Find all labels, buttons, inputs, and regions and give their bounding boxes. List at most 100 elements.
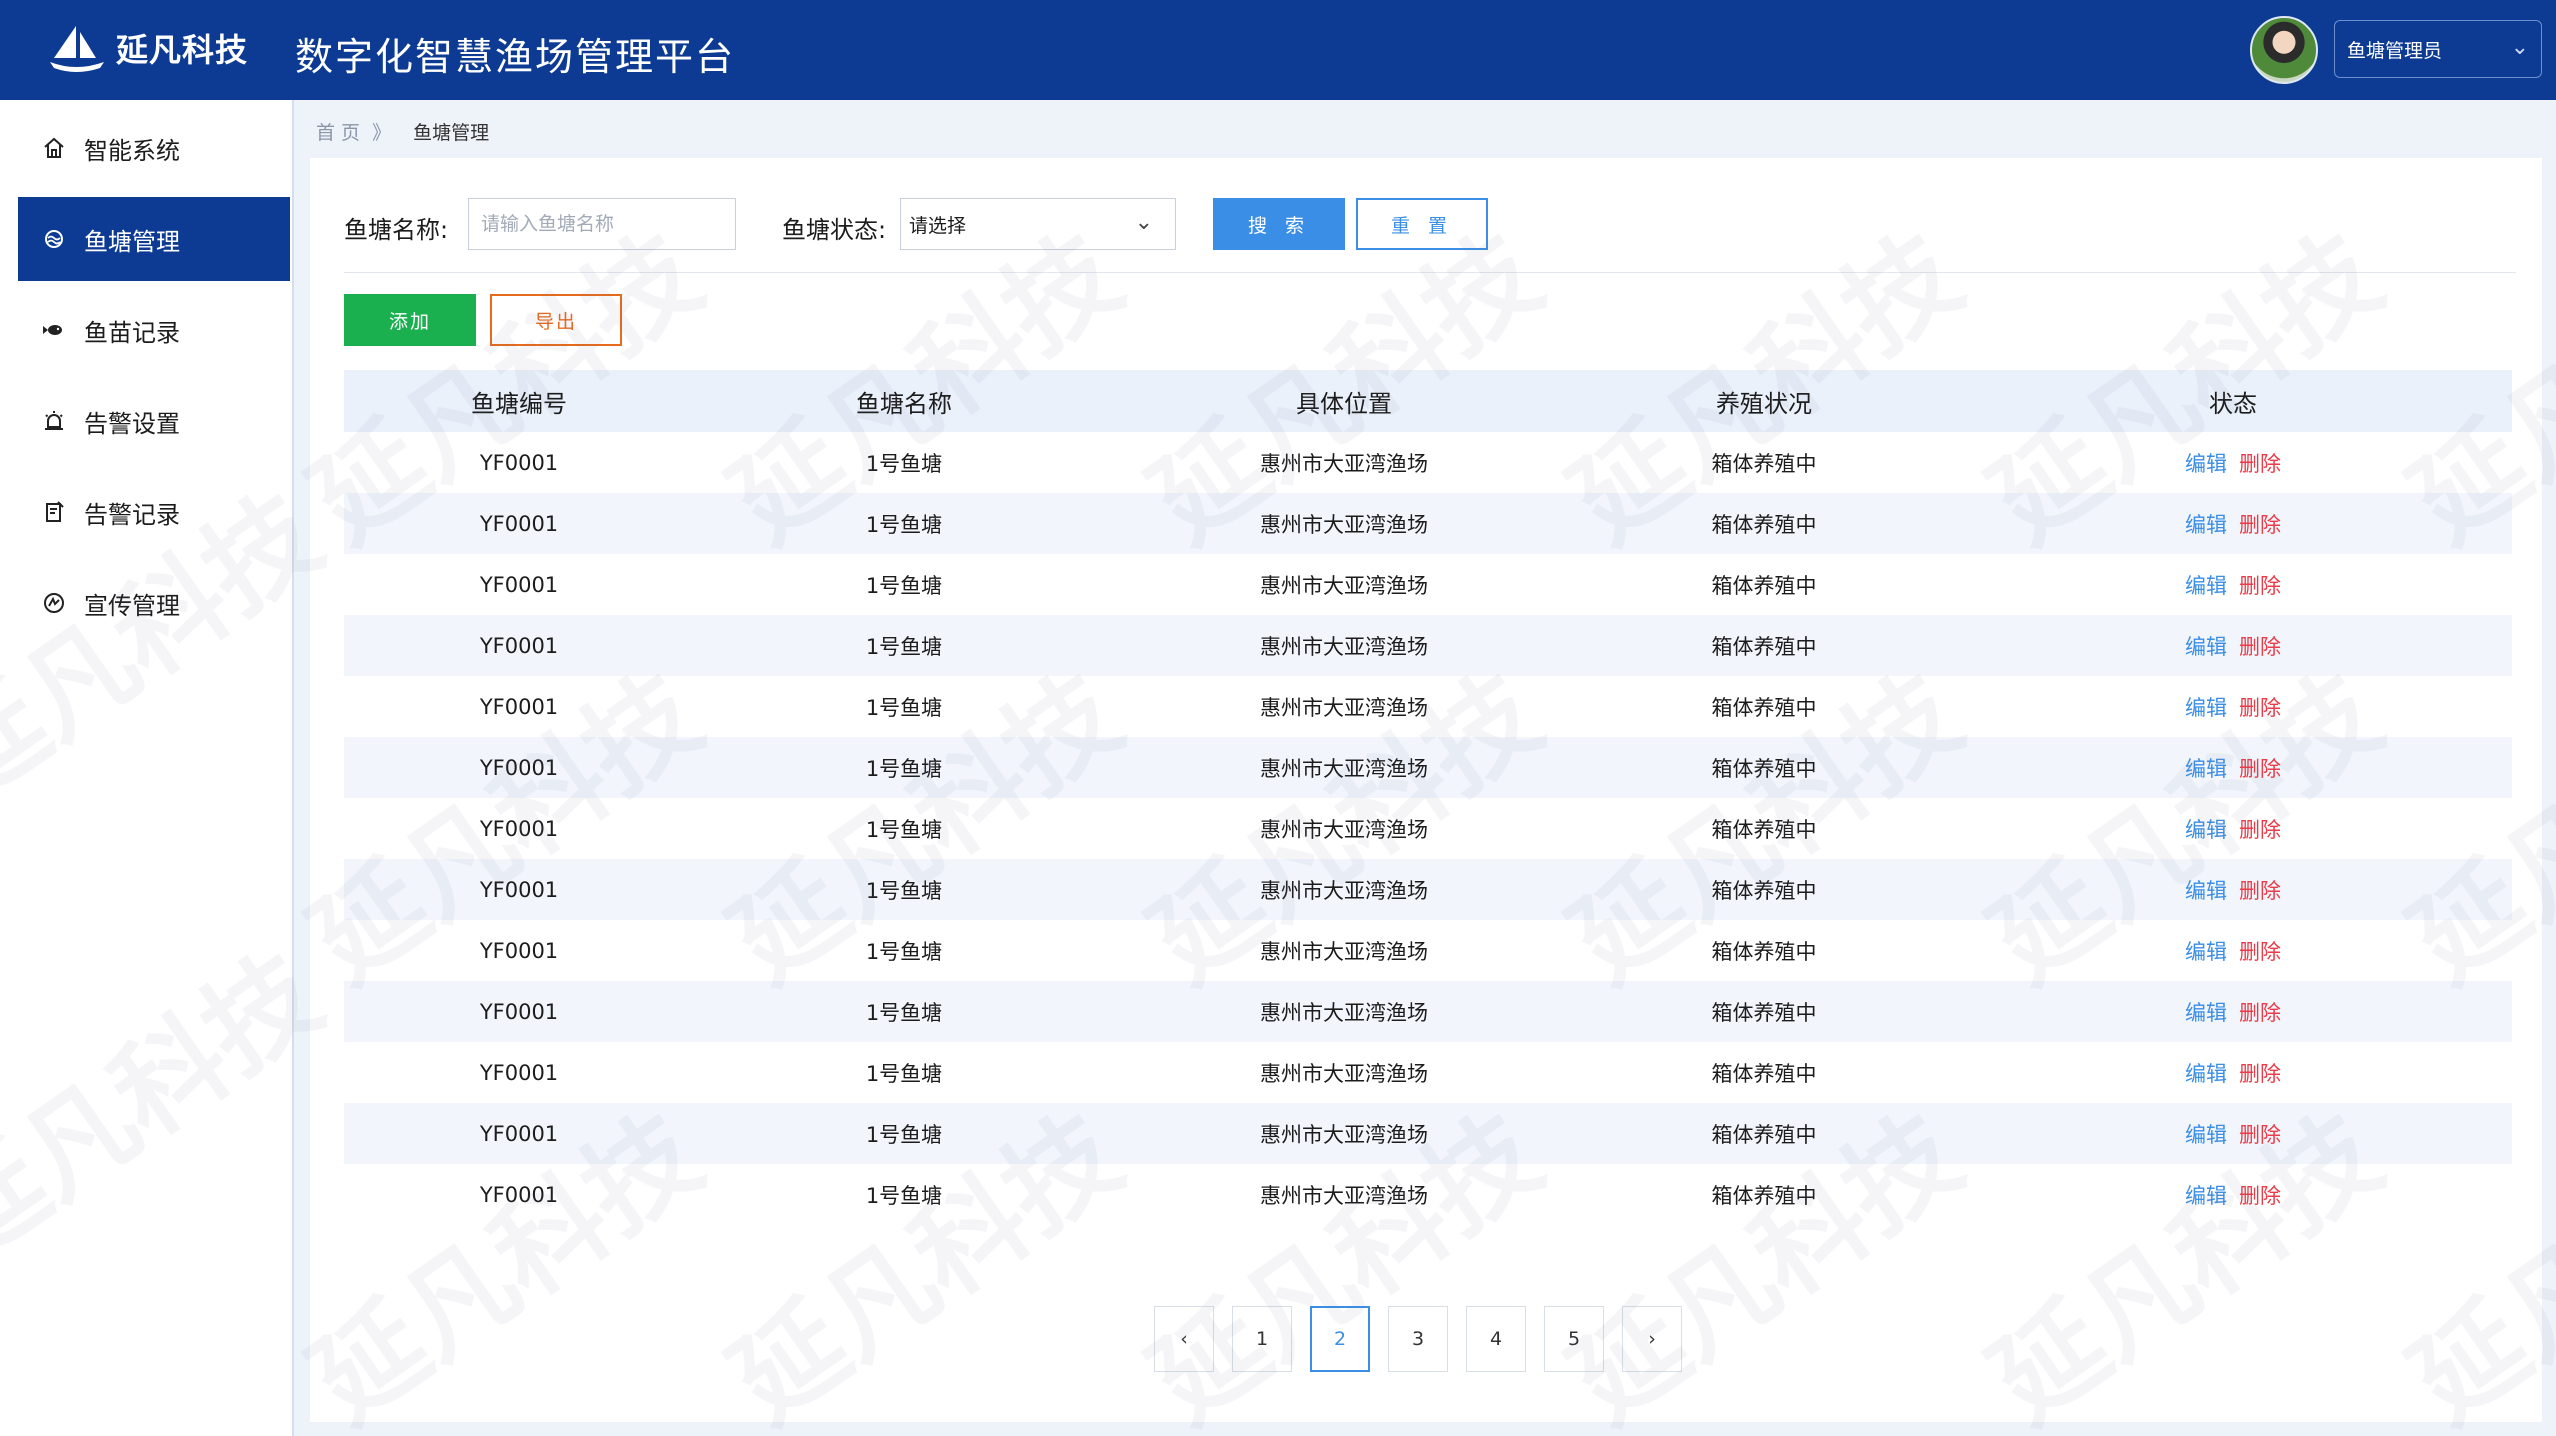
edit-link[interactable]: 编辑 [2185, 875, 2227, 905]
user-role-select[interactable]: 鱼塘管理员 ⌄ [2334, 20, 2542, 78]
delete-link[interactable]: 删除 [2239, 1180, 2281, 1210]
cell-pond-name: 1号鱼塘 [865, 939, 943, 964]
logo-text: 延凡科技 [116, 31, 249, 69]
column-header-location: 具体位置 [1296, 389, 1392, 418]
cell-pond-id: YF0001 [479, 450, 559, 475]
pond-status-label: 鱼塘状态: [782, 216, 887, 244]
edit-link[interactable]: 编辑 [2185, 1058, 2227, 1088]
column-header-id: 鱼塘编号 [471, 389, 567, 418]
breadcrumb-home[interactable]: 首 页 [316, 122, 360, 144]
delete-link[interactable]: 删除 [2239, 1119, 2281, 1149]
delete-link[interactable]: 删除 [2239, 692, 2281, 722]
edit-link[interactable]: 编辑 [2185, 509, 2227, 539]
delete-link[interactable]: 删除 [2239, 997, 2281, 1027]
table-header: 鱼塘编号 鱼塘名称 具体位置 养殖状况 状态 [344, 370, 2512, 432]
delete-link[interactable]: 删除 [2239, 753, 2281, 783]
add-button[interactable]: 添加 [344, 294, 476, 346]
table-body: YF0001 1号鱼塘 惠州市大亚湾渔场 箱体养殖中 编辑 删除 YF0001 1号鱼塘 惠州市… [344, 432, 2512, 1225]
edit-link[interactable]: 编辑 [2185, 936, 2227, 966]
sidebar-item-alarm-records[interactable]: 告警记录 [18, 470, 290, 554]
edit-link[interactable]: 编辑 [2185, 753, 2227, 783]
cell-pond-id: YF0001 [479, 1182, 559, 1207]
cell-pond-name: 1号鱼塘 [865, 512, 943, 537]
export-button[interactable]: 导出 [490, 294, 622, 346]
sidebar-item-label: 鱼塘管理 [84, 227, 180, 256]
cell-pond-name: 1号鱼塘 [865, 817, 943, 842]
sidebar-item-promotion[interactable]: 宣传管理 [18, 561, 290, 645]
cell-pond-name: 1号鱼塘 [865, 573, 943, 598]
table-row: YF0001 1号鱼塘 惠州市大亚湾渔场 箱体养殖中 编辑 删除 [344, 920, 2512, 981]
delete-link[interactable]: 删除 [2239, 631, 2281, 661]
cell-actions: 编辑 删除 [1954, 692, 2512, 722]
pond-status-select[interactable]: 请选择 ⌄ [900, 198, 1176, 250]
sidebar-item-label: 智能系统 [84, 136, 180, 165]
cell-actions: 编辑 删除 [1954, 814, 2512, 844]
delete-link[interactable]: 删除 [2239, 509, 2281, 539]
pond-status-value: 请选择 [909, 214, 967, 237]
delete-link[interactable]: 删除 [2239, 448, 2281, 478]
column-header-name: 鱼塘名称 [856, 389, 952, 418]
sidebar-item-label: 宣传管理 [84, 591, 180, 620]
cell-pond-id: YF0001 [479, 755, 559, 780]
chevron-down-icon: ⌄ [1134, 210, 1153, 235]
chevron-right-icon[interactable]: › [1622, 1306, 1682, 1372]
cell-pond-id: YF0001 [479, 999, 559, 1024]
pond-name-input[interactable] [468, 198, 736, 250]
chevron-left-icon[interactable]: ‹ [1154, 1306, 1214, 1372]
cell-location: 惠州市大亚湾渔场 [1260, 634, 1428, 659]
column-header-farming: 养殖状况 [1716, 389, 1812, 418]
delete-link[interactable]: 删除 [2239, 875, 2281, 905]
edit-link[interactable]: 编辑 [2185, 1180, 2227, 1210]
edit-link[interactable]: 编辑 [2185, 1119, 2227, 1149]
cell-pond-id: YF0001 [479, 1060, 559, 1085]
cell-location: 惠州市大亚湾渔场 [1260, 1183, 1428, 1208]
search-button[interactable]: 搜 索 [1213, 198, 1345, 250]
record-icon [40, 498, 68, 526]
table-row: YF0001 1号鱼塘 惠州市大亚湾渔场 箱体养殖中 编辑 删除 [344, 1164, 2512, 1225]
edit-link[interactable]: 编辑 [2185, 448, 2227, 478]
delete-link[interactable]: 删除 [2239, 814, 2281, 844]
table-row: YF0001 1号鱼塘 惠州市大亚湾渔场 箱体养殖中 编辑 删除 [344, 432, 2512, 493]
page-2[interactable]: 2 [1310, 1306, 1370, 1372]
page-1[interactable]: 1 [1232, 1306, 1292, 1372]
page-3[interactable]: 3 [1388, 1306, 1448, 1372]
cell-location: 惠州市大亚湾渔场 [1260, 1061, 1428, 1086]
cell-pond-id: YF0001 [479, 1121, 559, 1146]
edit-link[interactable]: 编辑 [2185, 631, 2227, 661]
cell-location: 惠州市大亚湾渔场 [1260, 1000, 1428, 1025]
cell-location: 惠州市大亚湾渔场 [1260, 512, 1428, 537]
cell-location: 惠州市大亚湾渔场 [1260, 1122, 1428, 1147]
sidebar-item-label: 告警设置 [84, 409, 180, 438]
sidebar-item-alarm-settings[interactable]: 告警设置 [18, 379, 290, 463]
cell-farming-status: 箱体养殖中 [1711, 512, 1817, 537]
cell-pond-name: 1号鱼塘 [865, 1000, 943, 1025]
cell-pond-name: 1号鱼塘 [865, 634, 943, 659]
sidebar-item-label: 鱼苗记录 [84, 318, 180, 347]
edit-link[interactable]: 编辑 [2185, 570, 2227, 600]
cell-actions: 编辑 删除 [1954, 1058, 2512, 1088]
cell-farming-status: 箱体养殖中 [1711, 634, 1817, 659]
page-5[interactable]: 5 [1544, 1306, 1604, 1372]
delete-link[interactable]: 删除 [2239, 936, 2281, 966]
cell-farming-status: 箱体养殖中 [1711, 573, 1817, 598]
edit-link[interactable]: 编辑 [2185, 692, 2227, 722]
sidebar-item-pond-management[interactable]: 鱼塘管理 [18, 197, 290, 281]
sidebar-item-fry-records[interactable]: 鱼苗记录 [18, 288, 290, 372]
reset-button[interactable]: 重 置 [1356, 198, 1488, 250]
sidebar-item-smart-system[interactable]: 智能系统 [18, 106, 290, 190]
cell-pond-id: YF0001 [479, 633, 559, 658]
cell-actions: 编辑 删除 [1954, 997, 2512, 1027]
page-4[interactable]: 4 [1466, 1306, 1526, 1372]
pagination: ‹ 1 2 3 4 5 › [1154, 1306, 1682, 1372]
cell-actions: 编辑 删除 [1954, 753, 2512, 783]
delete-link[interactable]: 删除 [2239, 570, 2281, 600]
edit-link[interactable]: 编辑 [2185, 814, 2227, 844]
cell-pond-name: 1号鱼塘 [865, 451, 943, 476]
cell-location: 惠州市大亚湾渔场 [1260, 817, 1428, 842]
table-row: YF0001 1号鱼塘 惠州市大亚湾渔场 箱体养殖中 编辑 删除 [344, 676, 2512, 737]
avatar[interactable] [2250, 16, 2318, 84]
edit-link[interactable]: 编辑 [2185, 997, 2227, 1027]
cell-farming-status: 箱体养殖中 [1711, 878, 1817, 903]
cell-location: 惠州市大亚湾渔场 [1260, 939, 1428, 964]
delete-link[interactable]: 删除 [2239, 1058, 2281, 1088]
